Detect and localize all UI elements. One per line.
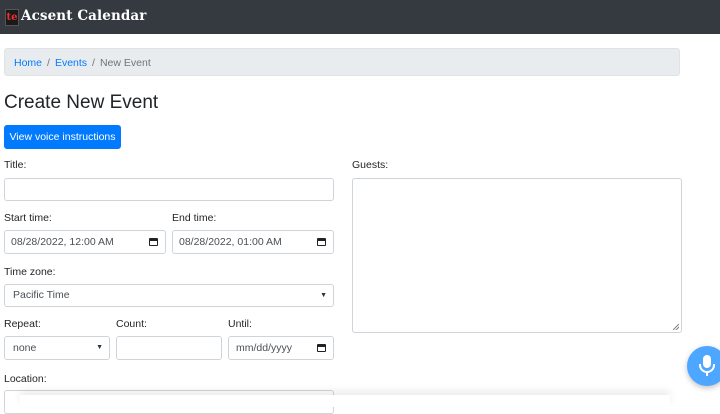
timezone-label: Time zone: xyxy=(4,266,56,278)
guests-textarea[interactable] xyxy=(352,178,682,333)
guests-label: Guests: xyxy=(352,159,389,171)
bottom-panel-shadow xyxy=(20,395,670,407)
breadcrumb-events-link[interactable]: Events xyxy=(55,57,87,69)
end-time-value: 08/28/2022, 01:00 AM xyxy=(179,236,282,248)
resize-handle-icon[interactable] xyxy=(673,324,679,330)
page-title: Create New Event xyxy=(4,92,159,113)
until-input[interactable]: mm/dd/yyyy xyxy=(228,336,334,360)
breadcrumb-separator: / xyxy=(47,57,50,69)
repeat-label: Repeat: xyxy=(4,318,41,330)
end-time-input[interactable]: 08/28/2022, 01:00 AM xyxy=(172,230,334,254)
calendar-icon[interactable] xyxy=(149,238,158,246)
until-value: mm/dd/yyyy xyxy=(236,342,293,354)
microphone-icon xyxy=(699,355,715,376)
navbar: te Acsent Calendar xyxy=(0,0,720,34)
title-input[interactable] xyxy=(4,178,334,201)
breadcrumb: Home / Events / New Event xyxy=(4,48,680,76)
chevron-down-icon: ▼ xyxy=(96,344,103,351)
calendar-icon[interactable] xyxy=(317,344,326,352)
location-label: Location: xyxy=(4,373,47,385)
repeat-value: none xyxy=(13,342,37,354)
count-label: Count: xyxy=(116,318,147,330)
end-time-label: End time: xyxy=(172,212,217,224)
start-time-value: 08/28/2022, 12:00 AM xyxy=(11,236,114,248)
breadcrumb-home-link[interactable]: Home xyxy=(14,57,42,69)
voice-instructions-button[interactable]: View voice instructions xyxy=(4,125,121,149)
title-label: Title: xyxy=(4,159,27,171)
brand-logo-icon[interactable]: te xyxy=(5,9,19,26)
brand-name[interactable]: Acsent Calendar xyxy=(21,8,146,24)
repeat-select[interactable]: none ▼ xyxy=(4,336,110,360)
until-label: Until: xyxy=(228,318,252,330)
breadcrumb-current: New Event xyxy=(99,57,151,69)
breadcrumb-separator: / xyxy=(92,57,95,69)
start-time-label: Start time: xyxy=(4,212,52,224)
chevron-down-icon: ▼ xyxy=(320,292,327,299)
timezone-select[interactable]: Pacific Time ▼ xyxy=(4,284,334,307)
start-time-input[interactable]: 08/28/2022, 12:00 AM xyxy=(4,230,166,254)
microphone-button[interactable] xyxy=(687,346,720,386)
timezone-value: Pacific Time xyxy=(13,289,70,301)
count-input[interactable] xyxy=(116,336,222,360)
calendar-icon[interactable] xyxy=(317,238,326,246)
